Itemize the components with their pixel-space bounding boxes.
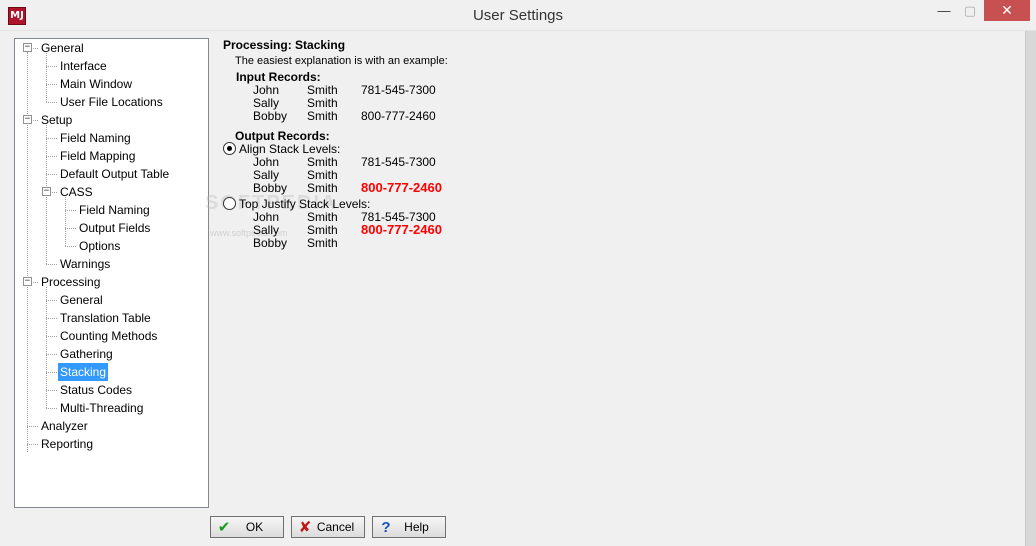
tree-item-output-fields[interactable]: Output Fields — [77, 219, 152, 237]
tree-item-interface[interactable]: Interface — [58, 57, 109, 75]
tree-item-options[interactable]: Options — [77, 237, 122, 255]
tree-item-user-file-locations[interactable]: User File Locations — [58, 93, 165, 111]
tree-line — [46, 408, 57, 409]
first-name-cell: Sally — [253, 96, 280, 110]
last-name-cell: Smith — [307, 109, 338, 123]
help-button[interactable]: ? Help — [372, 516, 446, 538]
last-name-cell: Smith — [307, 210, 338, 224]
tree-line — [27, 426, 38, 427]
first-name-cell: Bobby — [253, 236, 288, 250]
minimize-button[interactable]: — — [931, 0, 957, 21]
tree-line — [46, 390, 57, 391]
tree-item-field-naming[interactable]: Field Naming — [77, 201, 152, 219]
tree-line — [65, 210, 76, 211]
tree-item-general[interactable]: General — [58, 291, 105, 309]
tree-line — [65, 246, 76, 247]
tree-line — [46, 300, 57, 301]
tree-line — [46, 336, 57, 337]
tree-item-stacking[interactable]: Stacking — [58, 363, 109, 381]
tree-line — [46, 354, 57, 355]
phone-cell: 800-777-2460 — [361, 180, 442, 195]
cancel-button[interactable]: ✘ Cancel — [291, 516, 365, 538]
tree-line — [46, 174, 57, 175]
first-name-cell: Bobby — [253, 109, 288, 123]
tree-item-gathering[interactable]: Gathering — [58, 345, 115, 363]
first-name-cell: Sally — [253, 223, 280, 237]
first-name-cell: John — [253, 83, 280, 97]
tree-item-general[interactable]: General — [39, 39, 86, 57]
top-justify-stack-levels-label[interactable]: Top Justify Stack Levels: — [239, 197, 370, 211]
tree-item-cass[interactable]: CASS — [58, 183, 95, 201]
ok-button[interactable]: ✔ OK — [210, 516, 284, 538]
output-records-title: Output Records: — [235, 129, 330, 143]
cancel-button-label: Cancel — [316, 520, 355, 534]
first-name-cell: John — [253, 210, 280, 224]
intro-text: The easiest explanation is with an examp… — [235, 55, 448, 67]
tree-expander-icon[interactable]: − — [23, 115, 32, 124]
tree-line — [65, 228, 76, 229]
phone-cell: 800-777-2460 — [361, 222, 442, 237]
tree-item-warnings[interactable]: Warnings — [58, 255, 112, 273]
last-name-cell: Smith — [307, 223, 338, 237]
tree-item-field-mapping[interactable]: Field Mapping — [58, 147, 137, 165]
tree-line — [46, 156, 57, 157]
settings-tree[interactable]: − General Interface Main Window User File Lo… — [14, 38, 209, 508]
tree-line — [46, 138, 57, 139]
tree-expander-icon[interactable]: − — [23, 277, 32, 286]
tree-item-default-output-table[interactable]: Default Output Table — [58, 165, 171, 183]
tree-item-reporting[interactable]: Reporting — [39, 435, 95, 453]
align-stack-levels-label[interactable]: Align Stack Levels: — [239, 142, 340, 156]
tree-item-counting-methods[interactable]: Counting Methods — [58, 327, 159, 345]
cross-icon: ✘ — [298, 519, 312, 536]
tree-item-translation-table[interactable]: Translation Table — [58, 309, 153, 327]
phone-cell: 781-545-7300 — [361, 83, 436, 97]
tree-line — [27, 444, 38, 445]
tree-item-analyzer[interactable]: Analyzer — [39, 417, 90, 435]
last-name-cell: Smith — [307, 236, 338, 250]
ok-button-label: OK — [245, 520, 264, 534]
tree-line — [46, 102, 57, 103]
tree-item-processing[interactable]: Processing — [39, 273, 102, 291]
tree-item-field-naming[interactable]: Field Naming — [58, 129, 133, 147]
tree-line — [65, 197, 66, 246]
tree-item-multi-threading[interactable]: Multi-Threading — [58, 399, 145, 417]
first-name-cell: John — [253, 155, 280, 169]
last-name-cell: Smith — [307, 155, 338, 169]
tree-item-main-window[interactable]: Main Window — [58, 75, 134, 93]
top-justify-stack-levels-radio[interactable] — [223, 197, 236, 210]
tree-line — [46, 84, 57, 85]
tree-expander-icon[interactable]: − — [42, 187, 51, 196]
align-stack-levels-radio[interactable] — [223, 142, 236, 155]
tree-line — [46, 53, 47, 102]
tree-item-status-codes[interactable]: Status Codes — [58, 381, 134, 399]
phone-cell: 781-545-7300 — [361, 155, 436, 169]
first-name-cell: Sally — [253, 168, 280, 182]
tree-line — [46, 372, 57, 373]
last-name-cell: Smith — [307, 83, 338, 97]
panel-heading: Processing: Stacking — [223, 38, 346, 52]
tree-line — [27, 52, 28, 452]
tree-line — [46, 318, 57, 319]
last-name-cell: Smith — [307, 168, 338, 182]
window-title: User Settings — [472, 7, 564, 24]
last-name-cell: Smith — [307, 96, 338, 110]
tree-line — [46, 66, 57, 67]
maximize-button[interactable]: ▢ — [957, 0, 983, 21]
tree-line — [46, 264, 57, 265]
tree-expander-icon[interactable]: − — [23, 43, 32, 52]
title-bar: MJ User Settings — ▢ ✕ — [0, 0, 1036, 31]
input-records-title: Input Records: — [236, 70, 321, 84]
phone-cell: 800-777-2460 — [361, 109, 436, 123]
tree-item-setup[interactable]: Setup — [39, 111, 74, 129]
help-button-label: Help — [404, 520, 429, 534]
close-button[interactable]: ✕ — [984, 0, 1030, 21]
window-edge — [1025, 31, 1036, 546]
question-mark-icon: ? — [381, 518, 391, 536]
checkmark-icon: ✔ — [217, 519, 231, 536]
